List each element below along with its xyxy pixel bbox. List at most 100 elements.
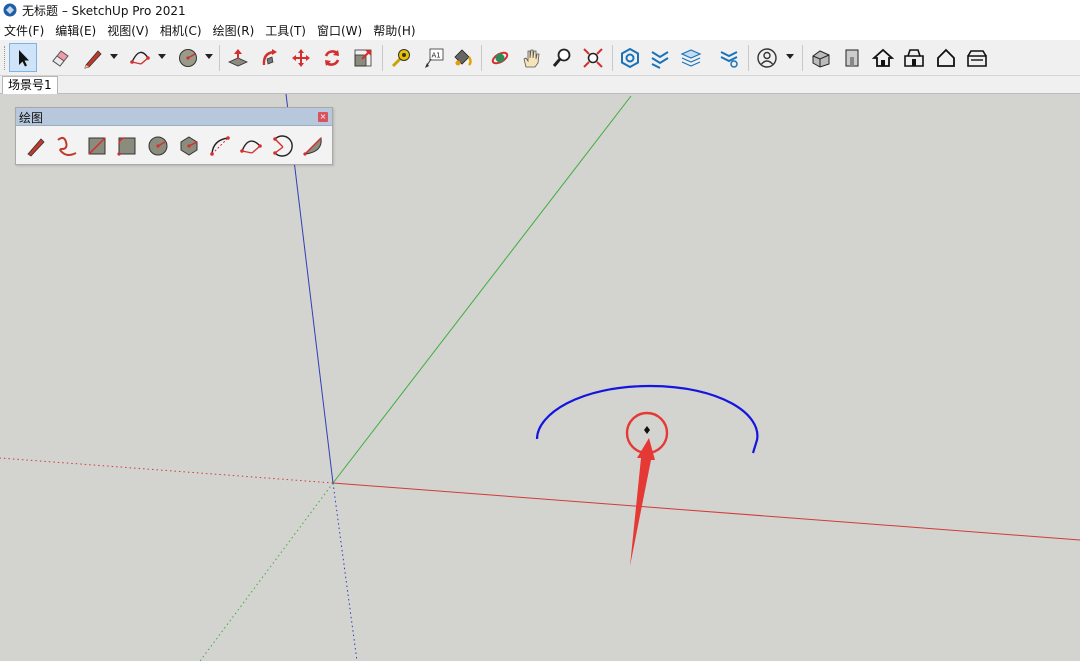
text-tool-button[interactable]: A1: [419, 43, 447, 72]
zoom-tool-button[interactable]: [548, 43, 576, 72]
main-toolbar: A1: [0, 40, 1080, 76]
title-bar: 无标题 – SketchUp Pro 2021: [0, 0, 1080, 20]
scene-tab-1[interactable]: 场景号1: [2, 76, 58, 94]
front-view-button[interactable]: [838, 43, 866, 72]
eraser-tool-button[interactable]: [46, 43, 74, 72]
arc-tool-button[interactable]: [126, 43, 154, 72]
iso-view-button[interactable]: [807, 43, 835, 72]
styles-tool-button[interactable]: [715, 43, 743, 72]
svg-text:A1: A1: [432, 51, 441, 59]
iso-house-icon: [812, 49, 830, 68]
palette-pie-button[interactable]: [299, 132, 327, 160]
hand-pan-icon: [523, 49, 540, 67]
sketchup-app-icon: [3, 3, 17, 17]
line-dropdown-icon[interactable]: [110, 54, 118, 59]
blue-axis-negative: [332, 482, 358, 661]
layers-tool-button[interactable]: [677, 43, 705, 72]
menu-edit[interactable]: 编辑(E): [55, 22, 96, 39]
paint-bucket-tool-button[interactable]: [448, 43, 476, 72]
green-axis: [332, 95, 632, 484]
orbit-icon: [491, 51, 509, 64]
arc-center-marker: [644, 426, 650, 434]
user-account-icon: [757, 47, 777, 68]
toolbar-separator: [612, 45, 613, 71]
right-view-button[interactable]: [900, 43, 928, 72]
rotate-tool-button[interactable]: [318, 43, 346, 72]
orbit-tool-button[interactable]: [486, 43, 514, 72]
magnifier-icon: [552, 48, 571, 67]
account-dropdown-icon[interactable]: [786, 54, 794, 59]
menu-camera[interactable]: 相机(C): [160, 22, 202, 39]
right-view-icon: [904, 48, 924, 67]
menu-help[interactable]: 帮助(H): [373, 22, 415, 39]
viewport-scene[interactable]: [0, 94, 1080, 661]
back-view-icon: [937, 48, 955, 67]
palette-circle-button[interactable]: [144, 132, 172, 160]
push-pull-icon: [228, 48, 248, 66]
palette-line-button[interactable]: [22, 132, 50, 160]
scene-tabs-bar: 场景号1: [0, 76, 1080, 94]
toolbar-separator: [382, 45, 383, 71]
scale-tool-button[interactable]: [349, 43, 377, 72]
menu-file[interactable]: 文件(F): [4, 22, 44, 39]
arc-dropdown-icon[interactable]: [158, 54, 166, 59]
pencil-icon: [84, 49, 102, 69]
rotate-icon: [324, 49, 340, 66]
red-axis-negative: [0, 457, 334, 484]
green-axis-negative: [199, 482, 334, 661]
menu-window[interactable]: 窗口(W): [317, 22, 362, 39]
move-tool-button[interactable]: [287, 43, 315, 72]
menu-view[interactable]: 视图(V): [107, 22, 149, 39]
menu-bar: 文件(F) 编辑(E) 视图(V) 相机(C) 绘图(R) 工具(T) 窗口(W…: [0, 20, 1080, 40]
tape-measure-tool-button[interactable]: [387, 43, 415, 72]
move-icon: [292, 48, 310, 67]
pencil-icon: [27, 138, 45, 157]
two-point-arc-icon: [240, 140, 262, 154]
pan-tool-button[interactable]: [517, 43, 545, 72]
toolbar-separator: [219, 45, 220, 71]
palette-title: 绘图: [19, 111, 44, 125]
left-view-button[interactable]: [963, 43, 991, 72]
menu-tools[interactable]: 工具(T): [265, 22, 306, 39]
push-pull-tool-button[interactable]: [224, 43, 252, 72]
palette-rotated-rectangle-button[interactable]: [113, 132, 141, 160]
line-tool-button[interactable]: [79, 43, 107, 72]
text-label-icon: A1: [425, 48, 444, 68]
pointer-arrow-icon: [630, 438, 655, 566]
select-tool-button[interactable]: [9, 43, 37, 72]
rectangle-icon: [88, 137, 106, 155]
rotated-rectangle-icon: [117, 137, 136, 156]
circle-icon: [179, 48, 197, 67]
pie-icon: [303, 136, 322, 156]
back-view-button[interactable]: [932, 43, 960, 72]
polygon-icon: [180, 136, 198, 156]
toolbar-separator: [481, 45, 482, 71]
account-button[interactable]: [753, 43, 781, 72]
follow-me-tool-button[interactable]: [256, 43, 284, 72]
toolbar-grip[interactable]: [4, 46, 6, 70]
palette-rectangle-button[interactable]: [83, 132, 111, 160]
palette-title-bar[interactable]: 绘图 ×: [16, 108, 332, 126]
menu-draw[interactable]: 绘图(R): [213, 22, 255, 39]
palette-polygon-button[interactable]: [175, 132, 203, 160]
component-tool-button[interactable]: [616, 43, 644, 72]
palette-two-point-arc-button[interactable]: [237, 132, 265, 160]
drawing-palette: 绘图 ×: [15, 107, 333, 165]
model-viewport[interactable]: [0, 94, 1080, 661]
palette-arc-button[interactable]: [206, 132, 234, 160]
sandbox-tool-button[interactable]: [646, 43, 674, 72]
select-arrow-icon: [19, 49, 29, 66]
circle-icon: [148, 136, 168, 156]
zoom-extents-tool-button[interactable]: [579, 43, 607, 72]
circle-tool-button[interactable]: [174, 43, 202, 72]
palette-freehand-button[interactable]: [53, 132, 81, 160]
paint-bucket-icon: [454, 48, 472, 66]
left-view-icon: [967, 49, 987, 67]
palette-three-point-arc-button[interactable]: [268, 132, 296, 160]
palette-close-icon[interactable]: ×: [318, 112, 328, 122]
arc-icon: [130, 51, 150, 65]
three-point-arc-icon: [273, 135, 293, 157]
top-view-button[interactable]: [869, 43, 897, 72]
circle-dropdown-icon[interactable]: [205, 54, 213, 59]
freehand-icon: [57, 136, 77, 156]
